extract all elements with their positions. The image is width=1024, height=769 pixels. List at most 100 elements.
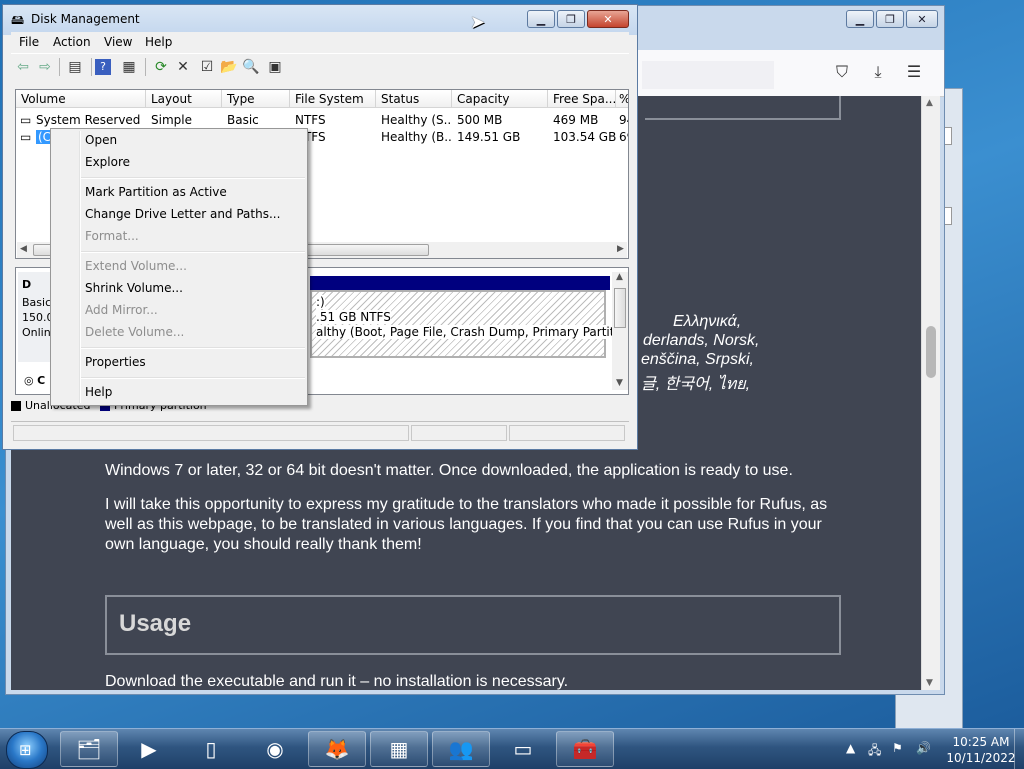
show-hide-icon[interactable]: ▣: [265, 57, 285, 77]
find-icon[interactable]: 🔍: [241, 57, 261, 77]
maximize-icon[interactable]: ❐: [876, 10, 904, 28]
column-header-type[interactable]: Type: [222, 90, 290, 108]
control-panel-icon[interactable]: ▦: [370, 731, 428, 767]
menu-item-explore[interactable]: Explore: [85, 155, 130, 169]
language-list-line: derlands, Norsk,: [643, 332, 760, 349]
minimize-icon[interactable]: ▁: [527, 10, 555, 28]
menu-item-format: Format...: [85, 229, 139, 243]
toolbar: ⇦ ⇨ ▤ ? ▦ ⟳ ✕ ☑ 📂 🔍 ▣: [11, 53, 629, 80]
column-header-percent[interactable]: %: [616, 90, 628, 108]
firefox-caption-buttons: ▁ ❐ ✕: [846, 10, 938, 28]
clock-time[interactable]: 10:25 AM: [946, 735, 1016, 749]
cell-capacity: 500 MB: [457, 113, 503, 127]
menu-help[interactable]: Help: [145, 35, 172, 49]
users-icon[interactable]: 👥: [432, 731, 490, 767]
scroll-left-icon[interactable]: ◀: [20, 244, 27, 254]
console-tree-icon[interactable]: ▤: [65, 57, 85, 77]
usage-section-box: Usage: [105, 595, 841, 655]
status-bar: [11, 421, 629, 444]
column-header-free-space[interactable]: Free Spa...: [548, 90, 616, 108]
pocket-icon[interactable]: ⛉: [830, 62, 854, 84]
delete-icon[interactable]: ✕: [173, 57, 193, 77]
menu-item-change-drive-letter[interactable]: Change Drive Letter and Paths...: [85, 207, 280, 221]
blank-document-icon[interactable]: ▯: [182, 731, 240, 767]
menu-item-extend-volume: Extend Volume...: [85, 259, 187, 273]
close-icon[interactable]: ✕: [587, 10, 629, 28]
maximize-icon[interactable]: ❐: [557, 10, 585, 28]
toolbar-separator: [59, 58, 60, 76]
disk-type: Basic: [22, 296, 52, 309]
column-header-file-system[interactable]: File System: [290, 90, 376, 108]
menu-item-open[interactable]: Open: [85, 133, 117, 147]
network-icon[interactable]: 🖧: [868, 741, 881, 762]
vertical-scrollbar[interactable]: ▲ ▼: [612, 272, 628, 390]
download-icon[interactable]: ⤓: [866, 62, 890, 84]
forward-arrow-icon[interactable]: ⇨: [35, 57, 55, 77]
refresh-icon[interactable]: ⟳: [151, 57, 171, 77]
start-button[interactable]: ⊞: [6, 731, 48, 769]
scrollbar-thumb[interactable]: [926, 326, 936, 378]
usage-heading: Usage: [119, 610, 192, 637]
scroll-right-icon[interactable]: ▶: [617, 244, 624, 254]
scrollbar-thumb[interactable]: [614, 288, 626, 328]
action-center-icon[interactable]: ⚑: [892, 741, 903, 755]
properties-view-icon[interactable]: ▦: [119, 57, 139, 77]
menu-separator: [81, 347, 305, 349]
toolbox-icon[interactable]: 🧰: [556, 731, 614, 767]
usb-drive-icon[interactable]: ▭: [494, 731, 552, 767]
column-header-volume[interactable]: Volume: [16, 90, 146, 108]
menu-item-add-mirror: Add Mirror...: [85, 303, 158, 317]
scroll-up-icon[interactable]: ▲: [616, 272, 623, 282]
taskbar: ⊞ 🗂 ▶ ▯ ◉ 🦊 ▦ 👥 ▭ 🧰 ▲ 🖧 ⚑ 🔊 10:25 AM 10/…: [0, 728, 1024, 769]
menu-item-help[interactable]: Help: [85, 385, 112, 399]
cell-free-space: 103.54 GB: [553, 130, 617, 144]
minimize-icon[interactable]: ▁: [846, 10, 874, 28]
hamburger-menu-icon[interactable]: ☰: [902, 62, 926, 84]
disk-status: Onlin: [22, 326, 51, 339]
paragraph-requirements: Windows 7 or later, 32 or 64 bit doesn't…: [105, 462, 793, 479]
show-desktop-button[interactable]: [1014, 729, 1024, 769]
url-bar[interactable]: [642, 61, 774, 89]
partition-header-bar: [310, 276, 610, 290]
scroll-down-icon[interactable]: ▼: [926, 678, 936, 688]
system-tray: ▲ 🖧 ⚑ 🔊 10:25 AM 10/11/2022: [842, 733, 1022, 767]
firefox-icon[interactable]: 🦊: [308, 731, 366, 767]
cell-status: Healthy (S...: [381, 113, 451, 127]
file-explorer-icon[interactable]: 🗂: [60, 731, 118, 767]
clock-date[interactable]: 10/11/2022: [946, 751, 1016, 765]
menu-separator: [81, 377, 305, 379]
menu-file[interactable]: File: [19, 35, 39, 49]
menu-item-shrink-volume[interactable]: Shrink Volume...: [85, 281, 183, 295]
column-header-capacity[interactable]: Capacity: [452, 90, 548, 108]
properties-icon[interactable]: ☑: [197, 57, 217, 77]
disk-name: D: [22, 278, 32, 291]
open-folder-icon[interactable]: 📂: [219, 57, 239, 77]
close-icon[interactable]: ✕: [906, 10, 938, 28]
menu-action[interactable]: Action: [53, 35, 91, 49]
column-header-layout[interactable]: Layout: [146, 90, 222, 108]
language-list-line: 글, 한국어, ไทย,: [641, 376, 751, 393]
menu-item-properties[interactable]: Properties: [85, 355, 146, 369]
help-icon[interactable]: ?: [95, 59, 111, 75]
cell-status: Healthy (B...: [381, 130, 451, 144]
firefox-scrollbar[interactable]: ▲ ▼: [921, 96, 940, 690]
cd-rom-label[interactable]: ◎ C: [24, 374, 45, 387]
menu-view[interactable]: View: [104, 35, 132, 49]
show-hidden-icons-icon[interactable]: ▲: [846, 741, 855, 755]
back-arrow-icon[interactable]: ⇦: [13, 57, 33, 77]
chrome-icon[interactable]: ◉: [246, 731, 304, 767]
drive-icon: ▭: [20, 130, 32, 144]
menu-item-mark-active[interactable]: Mark Partition as Active: [85, 185, 227, 199]
windows-logo-icon: ⊞: [19, 741, 32, 759]
media-player-icon[interactable]: ▶: [120, 731, 178, 767]
context-menu: Open Explore Mark Partition as Active Ch…: [50, 128, 308, 406]
drive-icon: ▭: [20, 113, 32, 127]
cd-drive-icon: ◎: [24, 374, 34, 387]
paragraph-translators: I will take this opportunity to express …: [105, 496, 828, 553]
column-header-status[interactable]: Status: [376, 90, 452, 108]
scroll-down-icon[interactable]: ▼: [616, 378, 623, 388]
partition-c[interactable]: :) .51 GB NTFS althy (Boot, Page File, C…: [310, 290, 628, 358]
volume-icon[interactable]: 🔊: [916, 741, 931, 755]
cell-capacity: 149.51 GB: [457, 130, 521, 144]
scroll-up-icon[interactable]: ▲: [926, 98, 936, 108]
